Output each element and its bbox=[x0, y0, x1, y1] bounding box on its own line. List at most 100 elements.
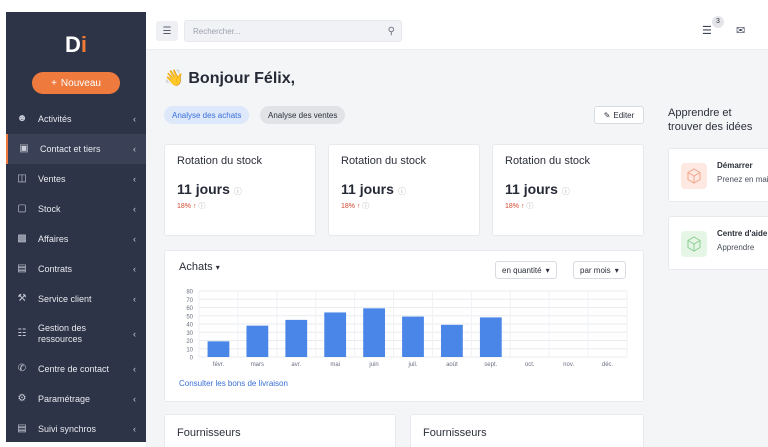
sidebar-item-label: Service client bbox=[38, 294, 92, 304]
y-tick-label: 40 bbox=[186, 323, 193, 329]
kpi-change: 18% ↑ ⓘ bbox=[341, 201, 369, 211]
sidebar-item-ventes[interactable]: ◫ Ventes ‹ bbox=[6, 164, 146, 194]
hamburger-icon: ☰ bbox=[162, 25, 172, 37]
learn-card-title: Centre d'aide bbox=[717, 229, 768, 238]
sitemap-icon: ☷ bbox=[17, 328, 27, 339]
new-button[interactable]: + Nouveau bbox=[32, 72, 120, 94]
sidebar-item-stock[interactable]: ▢ Stock ‹ bbox=[6, 194, 146, 224]
y-tick-label: 0 bbox=[190, 356, 194, 362]
card-title: Fournisseurs bbox=[423, 427, 487, 439]
sidebar: Di + Nouveau ☻ Activités ‹ ▣ Contact et … bbox=[6, 12, 146, 442]
suppliers-card: Fournisseurs bbox=[164, 414, 396, 447]
sidebar-item-label: Affaires bbox=[38, 234, 69, 244]
chart-bar bbox=[363, 308, 385, 357]
chart-bar bbox=[479, 317, 502, 357]
y-tick-label: 70 bbox=[186, 298, 193, 304]
sidebar-item-gestion-des-ressources[interactable]: ☷ Gestion des ressources ‹ bbox=[6, 314, 146, 354]
menu-toggle-button[interactable]: ☰ bbox=[156, 21, 178, 41]
x-tick-label: août bbox=[446, 362, 458, 368]
sidebar-item-label: Gestion des ressources bbox=[38, 323, 87, 344]
sidebar-item-activites[interactable]: ☻ Activités ‹ bbox=[6, 104, 146, 134]
sidebar-item-label: Stock bbox=[38, 204, 61, 214]
kpi-title: Rotation du stock bbox=[505, 155, 590, 167]
info-icon[interactable]: ⓘ bbox=[562, 187, 570, 196]
chart-title: Achats bbox=[179, 261, 213, 273]
learn-card-help[interactable]: Centre d'aide Apprendre bbox=[668, 216, 768, 270]
chart-title-dropdown[interactable]: Achats ▾ bbox=[179, 261, 220, 273]
chart-bar bbox=[324, 312, 347, 357]
tab-analyse-achats[interactable]: Analyse des achats bbox=[164, 106, 250, 124]
chevron-left-icon: ‹ bbox=[133, 204, 136, 214]
learn-card-desc: Prenez en main bbox=[717, 175, 768, 184]
chevron-left-icon: ‹ bbox=[133, 144, 136, 154]
info-icon[interactable]: ⓘ bbox=[362, 203, 369, 210]
chevron-left-icon: ‹ bbox=[133, 294, 136, 304]
purchases-chart-card: Achats ▾ en quantité ▾ par mois ▾ 0 10 20 3… bbox=[164, 250, 644, 402]
suppliers-card: Fournisseurs bbox=[410, 414, 644, 447]
info-icon[interactable]: ⓘ bbox=[526, 203, 533, 210]
kpi-value: 11 jours bbox=[505, 181, 558, 197]
sidebar-item-centre-de-contact[interactable]: ✆ Centre de contact ‹ bbox=[6, 354, 146, 384]
info-icon[interactable]: ⓘ bbox=[398, 187, 406, 196]
x-tick-label: mars bbox=[251, 362, 264, 368]
kpi-value: 11 jours bbox=[177, 181, 230, 197]
info-icon[interactable]: ⓘ bbox=[234, 187, 242, 196]
tasks-icon[interactable]: ☰ bbox=[702, 24, 712, 37]
sidebar-item-contrats[interactable]: ▤ Contrats ‹ bbox=[6, 254, 146, 284]
chart-bar bbox=[246, 325, 269, 357]
sidebar-item-affaires[interactable]: ▩ Affaires ‹ bbox=[6, 224, 146, 254]
learn-card-desc: Apprendre bbox=[717, 243, 755, 252]
tasks-count-badge: 3 bbox=[712, 16, 724, 28]
search-icon: ⚲ bbox=[387, 26, 395, 37]
arrow-up-icon: ↑ bbox=[356, 203, 361, 210]
sidebar-nav: ☻ Activités ‹ ▣ Contact et tiers ‹ ◫ Ven… bbox=[6, 104, 146, 444]
delivery-notes-link[interactable]: Consulter les bons de livraison bbox=[179, 379, 288, 388]
quantity-select[interactable]: en quantité ▾ bbox=[495, 261, 557, 279]
x-tick-label: nov. bbox=[563, 362, 574, 368]
y-tick-label: 10 bbox=[186, 347, 193, 353]
sidebar-item-suivi-synchros[interactable]: ▤ Suivi synchros ‹ bbox=[6, 414, 146, 444]
period-select[interactable]: par mois ▾ bbox=[573, 261, 626, 279]
sidebar-item-label: Activités bbox=[38, 114, 72, 124]
tab-analyse-ventes[interactable]: Analyse des ventes bbox=[260, 106, 346, 124]
app-logo[interactable]: Di bbox=[6, 32, 146, 58]
sidebar-item-service-client[interactable]: ⚒ Service client ‹ bbox=[6, 284, 146, 314]
sidebar-item-parametrage[interactable]: ⚙ Paramétrage ‹ bbox=[6, 384, 146, 414]
chart-icon: ▤ bbox=[17, 423, 27, 434]
sidebar-item-contact-et-tiers[interactable]: ▣ Contact et tiers ‹ bbox=[6, 134, 146, 164]
learn-card-title: Démarrer bbox=[717, 161, 753, 170]
kpi-title: Rotation du stock bbox=[341, 155, 426, 167]
y-tick-label: 50 bbox=[186, 314, 193, 320]
chevron-left-icon: ‹ bbox=[133, 424, 136, 434]
y-tick-label: 60 bbox=[186, 306, 193, 312]
info-icon[interactable]: ⓘ bbox=[198, 203, 205, 210]
mail-icon[interactable]: ✉ bbox=[736, 24, 745, 37]
x-tick-label: déc. bbox=[602, 362, 614, 368]
sidebar-item-label: Paramétrage bbox=[38, 394, 91, 404]
chart-bar bbox=[441, 324, 463, 357]
edit-button[interactable]: ✎ Editer bbox=[594, 106, 644, 124]
caret-down-icon: ▾ bbox=[545, 265, 550, 275]
greeting-text: Bonjour Félix, bbox=[188, 70, 296, 87]
gear-icon: ⚙ bbox=[17, 393, 27, 404]
caret-down-icon: ▾ bbox=[614, 265, 619, 275]
x-tick-label: mai bbox=[330, 362, 340, 368]
wave-hand-icon: 👋 bbox=[164, 70, 184, 87]
quantity-select-value: en quantité bbox=[502, 265, 542, 275]
sidebar-item-label: Ventes bbox=[38, 174, 66, 184]
main-content: 👋 Bonjour Félix, Analyse des achats Anal… bbox=[146, 50, 768, 447]
kpi-value-row: 11 jours ⓘ bbox=[505, 181, 570, 197]
arrow-up-icon: ↑ bbox=[192, 203, 197, 210]
chevron-left-icon: ‹ bbox=[133, 174, 136, 184]
new-button-label: Nouveau bbox=[60, 77, 101, 89]
sidebar-item-label: Suivi synchros bbox=[38, 424, 97, 434]
learn-card-start[interactable]: Démarrer Prenez en main bbox=[668, 148, 768, 202]
kpi-card: Rotation du stock 11 jours ⓘ 18% ↑ ⓘ bbox=[164, 144, 316, 236]
chevron-left-icon: ‹ bbox=[133, 364, 136, 374]
contract-icon: ▤ bbox=[17, 263, 27, 274]
cube-icon bbox=[681, 163, 707, 189]
money-icon: ◫ bbox=[17, 173, 27, 184]
card-title: Fournisseurs bbox=[177, 427, 241, 439]
briefcase-icon: ▩ bbox=[17, 233, 27, 244]
search-input[interactable]: Rechercher... ⚲ bbox=[184, 20, 402, 42]
